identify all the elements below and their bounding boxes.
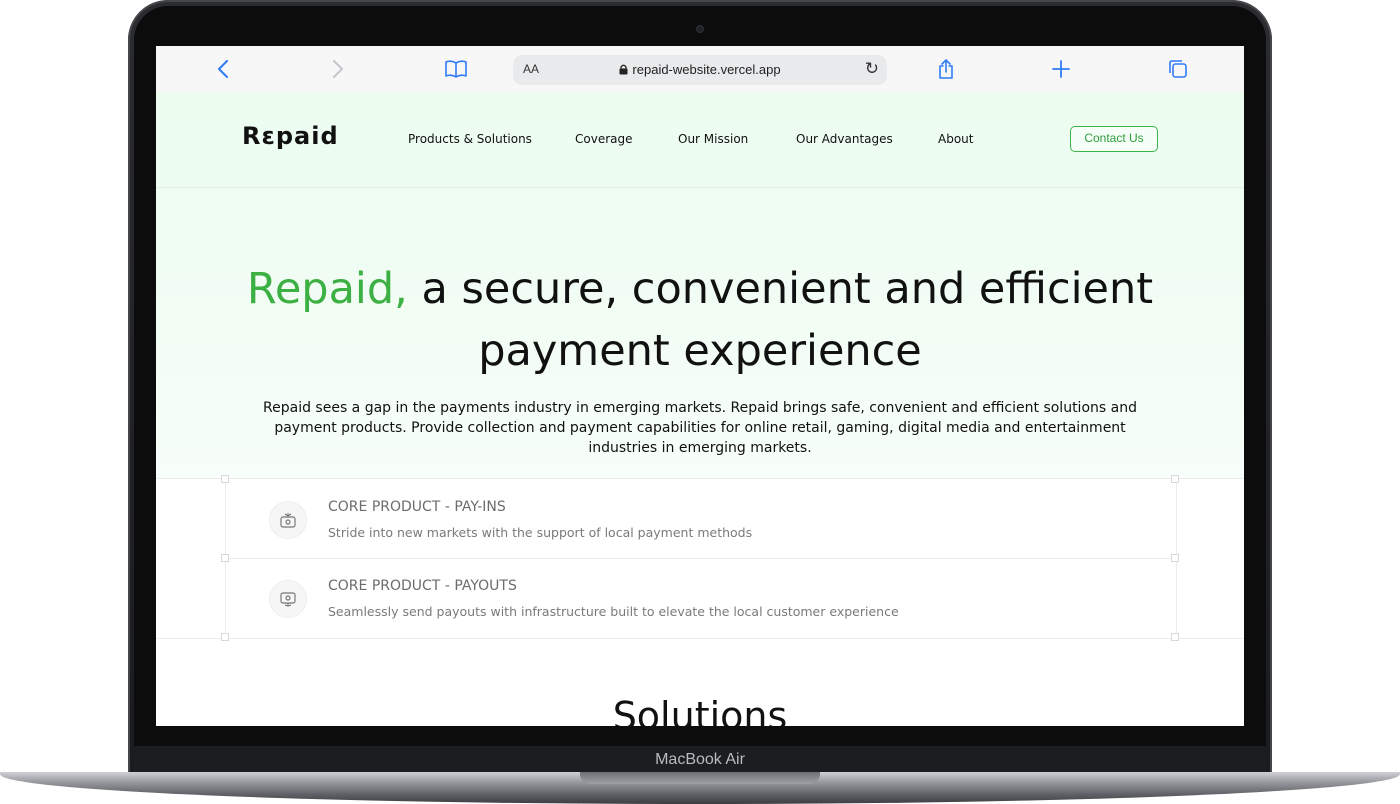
url-text: repaid-website.vercel.app: [632, 62, 781, 77]
nav-our-mission[interactable]: Our Mission: [678, 132, 748, 146]
hero-title: Repaid, a secure, convenient and efficie…: [156, 258, 1244, 382]
website: Rɛpaid Products & Solutions Coverage Our…: [156, 92, 1244, 726]
nav-products-solutions[interactable]: Products & Solutions: [408, 132, 532, 146]
nav-about[interactable]: About: [938, 132, 973, 146]
frame-corner-marker: [221, 554, 229, 562]
bookmarks-button[interactable]: [441, 55, 471, 83]
feature-title: CORE PRODUCT - PAY-INS: [328, 499, 506, 515]
frame-corner-marker: [1171, 554, 1179, 562]
frame-corner-marker: [1171, 475, 1179, 483]
frame-corner-marker: [221, 633, 229, 641]
hero-title-rest: a secure, convenient and efficient payme…: [407, 264, 1154, 376]
contact-us-button[interactable]: Contact Us: [1070, 126, 1158, 152]
new-tab-button[interactable]: [1046, 55, 1076, 83]
book-icon: [445, 60, 467, 78]
hero-title-accent: Repaid,: [246, 264, 408, 314]
share-icon: [939, 59, 953, 79]
chevron-left-icon: [218, 60, 228, 78]
payout-icon: [269, 580, 307, 618]
tabs-icon: [1169, 60, 1187, 78]
chevron-right-icon: [333, 60, 343, 78]
feature-list: CORE PRODUCT - PAY-INS Stride into new m…: [156, 475, 1244, 641]
frame-corner-marker: [221, 475, 229, 483]
share-button[interactable]: [931, 55, 961, 83]
camera: [697, 26, 703, 32]
tabs-overview-button[interactable]: [1163, 55, 1193, 83]
site-navbar: Rɛpaid Products & Solutions Coverage Our…: [156, 92, 1244, 188]
nav-our-advantages[interactable]: Our Advantages: [796, 132, 893, 146]
url-display[interactable]: repaid-website.vercel.app: [513, 62, 887, 77]
plus-icon: [1052, 60, 1070, 78]
frame-corner-marker: [1171, 633, 1179, 641]
hero-description: Repaid sees a gap in the payments indust…: [263, 400, 1137, 456]
forward-button[interactable]: [323, 55, 353, 83]
lock-icon: [619, 64, 628, 75]
back-button[interactable]: [208, 55, 238, 83]
pay-in-icon: [269, 501, 307, 539]
logo[interactable]: Rɛpaid: [242, 122, 339, 150]
browser-window: AA repaid-website.vercel.app ↻ Rɛpaid Pr…: [156, 46, 1244, 726]
feature-subtitle: Seamlessly send payouts with infrastruct…: [328, 604, 899, 619]
nav-coverage[interactable]: Coverage: [575, 132, 633, 146]
laptop-base-notch: [580, 772, 820, 784]
device-label: MacBook Air: [655, 751, 745, 768]
section-heading-solutions: Solutions: [612, 694, 788, 726]
feature-title: CORE PRODUCT - PAYOUTS: [328, 578, 517, 594]
feature-payouts[interactable]: CORE PRODUCT - PAYOUTS Seamlessly send p…: [225, 558, 1175, 637]
feature-pay-ins[interactable]: CORE PRODUCT - PAY-INS Stride into new m…: [225, 479, 1175, 559]
reload-icon[interactable]: ↻: [865, 59, 879, 79]
feature-subtitle: Stride into new markets with the support…: [328, 525, 753, 540]
address-bar[interactable]: AA repaid-website.vercel.app ↻: [513, 55, 887, 85]
browser-toolbar: AA repaid-website.vercel.app ↻: [156, 46, 1244, 93]
